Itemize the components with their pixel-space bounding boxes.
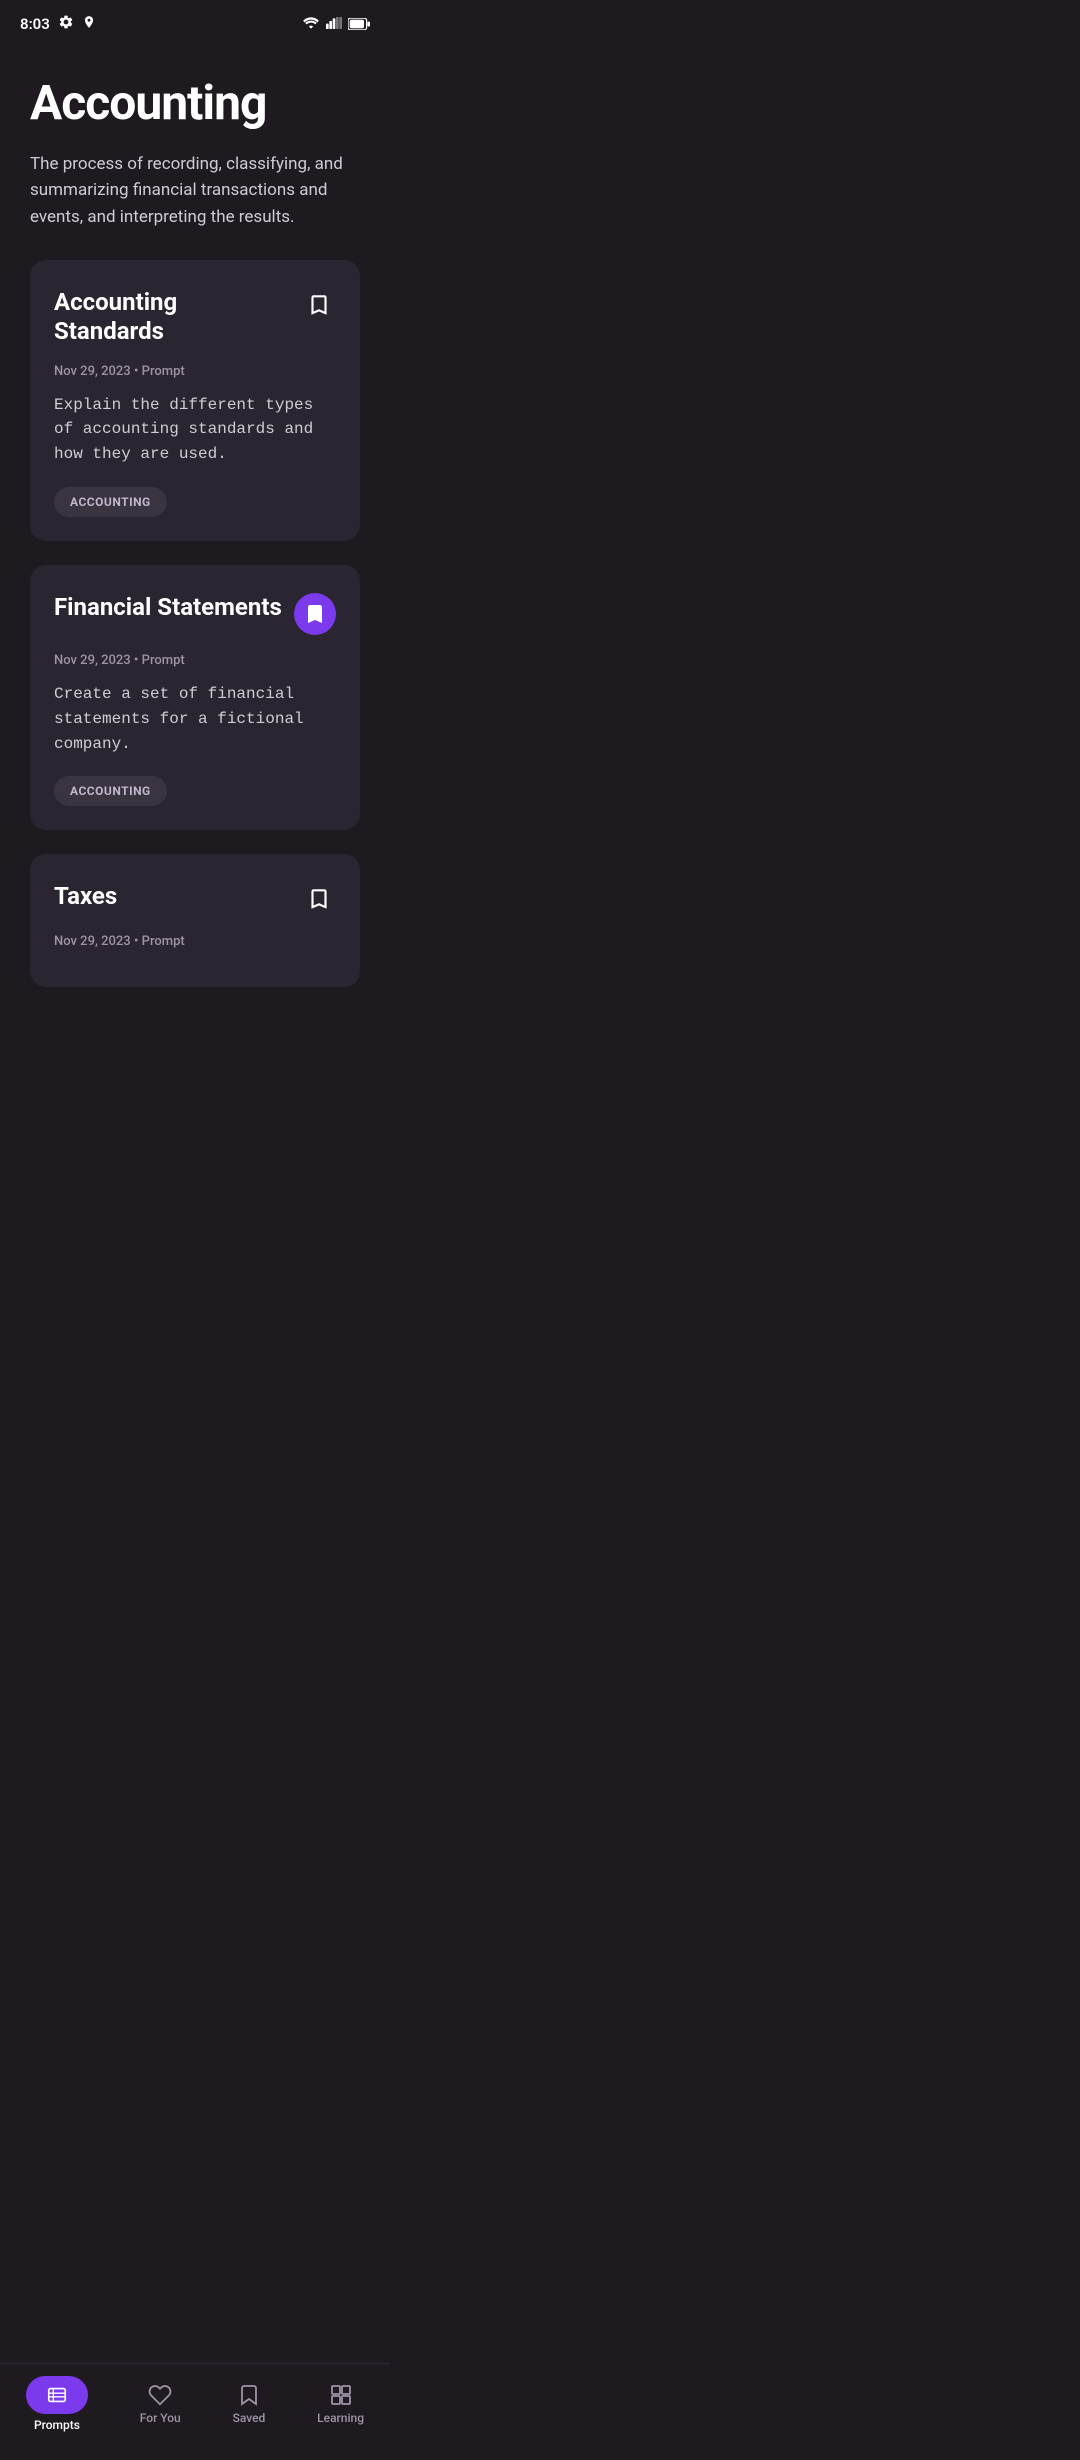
saved-icon bbox=[237, 2383, 261, 2407]
card-header-2: Financial Statements bbox=[54, 593, 336, 635]
card-accounting-standards[interactable]: Accounting Standards Nov 29, 2023 • Prom… bbox=[30, 260, 360, 541]
card-tag-1: ACCOUNTING bbox=[54, 487, 167, 517]
nav-spacer bbox=[30, 987, 360, 1077]
bottom-nav: Prompts For You Saved Learning bbox=[0, 2363, 390, 2460]
nav-label-saved: Saved bbox=[233, 2411, 266, 2425]
wifi-icon bbox=[302, 15, 320, 34]
prompts-icon bbox=[46, 2384, 68, 2406]
main-content: Accounting The process of recording, cla… bbox=[0, 44, 390, 1077]
settings-icon bbox=[58, 14, 74, 34]
card-title-1: Accounting Standards bbox=[54, 288, 302, 346]
signal-icon bbox=[326, 15, 342, 34]
page-title: Accounting bbox=[30, 74, 360, 131]
card-meta-1: Nov 29, 2023 • Prompt bbox=[54, 364, 336, 379]
card-financial-statements[interactable]: Financial Statements Nov 29, 2023 • Prom… bbox=[30, 565, 360, 830]
location-icon bbox=[82, 15, 96, 33]
card-taxes[interactable]: Taxes Nov 29, 2023 • Prompt bbox=[30, 854, 360, 987]
nav-item-saved[interactable]: Saved bbox=[217, 2379, 282, 2429]
card-meta-2: Nov 29, 2023 • Prompt bbox=[54, 653, 336, 668]
nav-item-for-you[interactable]: For You bbox=[124, 2379, 197, 2429]
bookmark-button-1[interactable] bbox=[302, 288, 336, 322]
card-body-2: Create a set of financial statements for… bbox=[54, 682, 336, 756]
learning-icon bbox=[329, 2383, 353, 2407]
bookmark-button-2[interactable] bbox=[294, 593, 336, 635]
battery-icon bbox=[348, 15, 370, 34]
bookmark-button-3[interactable] bbox=[302, 882, 336, 916]
card-header-1: Accounting Standards bbox=[54, 288, 336, 346]
status-bar: 8:03 bbox=[0, 0, 390, 44]
nav-label-prompts: Prompts bbox=[34, 2418, 80, 2432]
card-meta-3: Nov 29, 2023 • Prompt bbox=[54, 934, 336, 949]
nav-label-learning: Learning bbox=[317, 2411, 364, 2425]
nav-item-prompts[interactable]: Prompts bbox=[10, 2372, 104, 2436]
page-description: The process of recording, classifying, a… bbox=[30, 151, 360, 230]
time-display: 8:03 bbox=[20, 15, 50, 33]
nav-item-learning[interactable]: Learning bbox=[301, 2379, 380, 2429]
nav-icon-wrapper-prompts bbox=[26, 2376, 88, 2414]
card-body-1: Explain the different types of accountin… bbox=[54, 393, 336, 467]
card-tag-2: ACCOUNTING bbox=[54, 776, 167, 806]
for-you-icon bbox=[148, 2383, 172, 2407]
card-title-3: Taxes bbox=[54, 882, 302, 911]
status-left: 8:03 bbox=[20, 14, 96, 34]
status-right bbox=[302, 15, 370, 34]
card-header-3: Taxes bbox=[54, 882, 336, 916]
card-title-2: Financial Statements bbox=[54, 593, 294, 622]
nav-label-for-you: For You bbox=[140, 2411, 181, 2425]
